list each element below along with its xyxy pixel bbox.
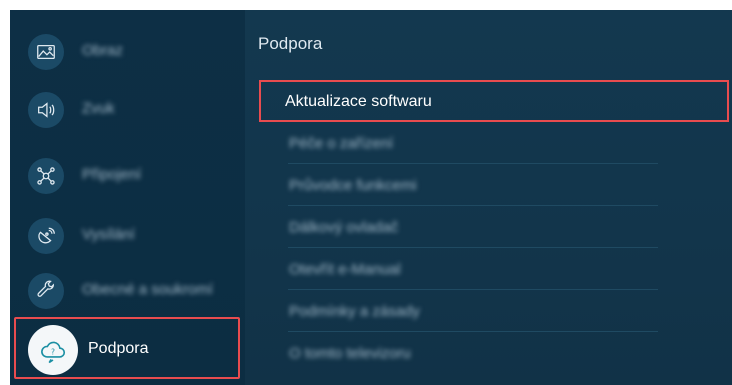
panel-title: Podpora [258, 34, 323, 53]
sidebar-item-label: Zvuk [82, 100, 115, 117]
sidebar-item-label: Obecné a soukromí [82, 281, 213, 298]
menu-item-device-care[interactable]: Péče o zařízení [259, 123, 729, 163]
svg-text:?: ? [51, 347, 55, 356]
support-cloud-icon: ? [28, 325, 78, 375]
sidebar-item-label: Vysílání [82, 226, 135, 243]
network-icon [28, 158, 64, 194]
menu-item-remote-guide[interactable]: Dálkový ovladač [259, 207, 729, 247]
sidebar-item-picture[interactable]: Obraz [10, 24, 245, 80]
menu-item-label: Dálkový ovladač [289, 219, 399, 236]
menu-divider [288, 163, 658, 164]
broadcasting-icon [28, 218, 64, 254]
sidebar-item-broadcasting[interactable]: Vysílání [10, 208, 245, 264]
menu-item-open-emanual[interactable]: Otevřít e-Manual [259, 249, 729, 289]
sidebar-item-support[interactable]: ? Podpora [14, 317, 240, 379]
sidebar-item-general-privacy[interactable]: Obecné a soukromí [10, 263, 245, 319]
tv-settings-screen: Obraz Zvuk Připojení Vysílání Obecné a s… [10, 10, 732, 385]
menu-item-label: Péče o zařízení [289, 135, 394, 152]
menu-divider [288, 289, 658, 290]
menu-item-about-tv[interactable]: O tomto televizoru [259, 333, 729, 373]
menu-item-label: Průvodce funkcemi [289, 177, 417, 194]
menu-item-terms-policy[interactable]: Podmínky a zásady [259, 291, 729, 331]
menu-divider [288, 247, 658, 248]
menu-divider [288, 205, 658, 206]
menu-item-label: Otevřít e-Manual [289, 261, 401, 278]
sidebar-item-network[interactable]: Připojení [10, 148, 245, 204]
picture-icon [28, 34, 64, 70]
sidebar-item-label: Podpora [88, 340, 149, 357]
sidebar-item-sound[interactable]: Zvuk [10, 82, 245, 138]
menu-item-smart-features-guide[interactable]: Průvodce funkcemi [259, 165, 729, 205]
sidebar-item-label: Obraz [82, 42, 123, 59]
settings-sidebar: Obraz Zvuk Připojení Vysílání Obecné a s… [10, 10, 245, 385]
menu-item-label: Aktualizace softwaru [285, 93, 432, 110]
menu-item-label: Podmínky a zásady [289, 303, 420, 320]
wrench-icon [28, 273, 64, 309]
sidebar-item-label: Připojení [82, 166, 142, 183]
menu-item-software-update[interactable]: Aktualizace softwaru [259, 80, 729, 122]
menu-divider [288, 331, 658, 332]
menu-item-label: O tomto televizoru [289, 345, 411, 362]
sound-icon [28, 92, 64, 128]
